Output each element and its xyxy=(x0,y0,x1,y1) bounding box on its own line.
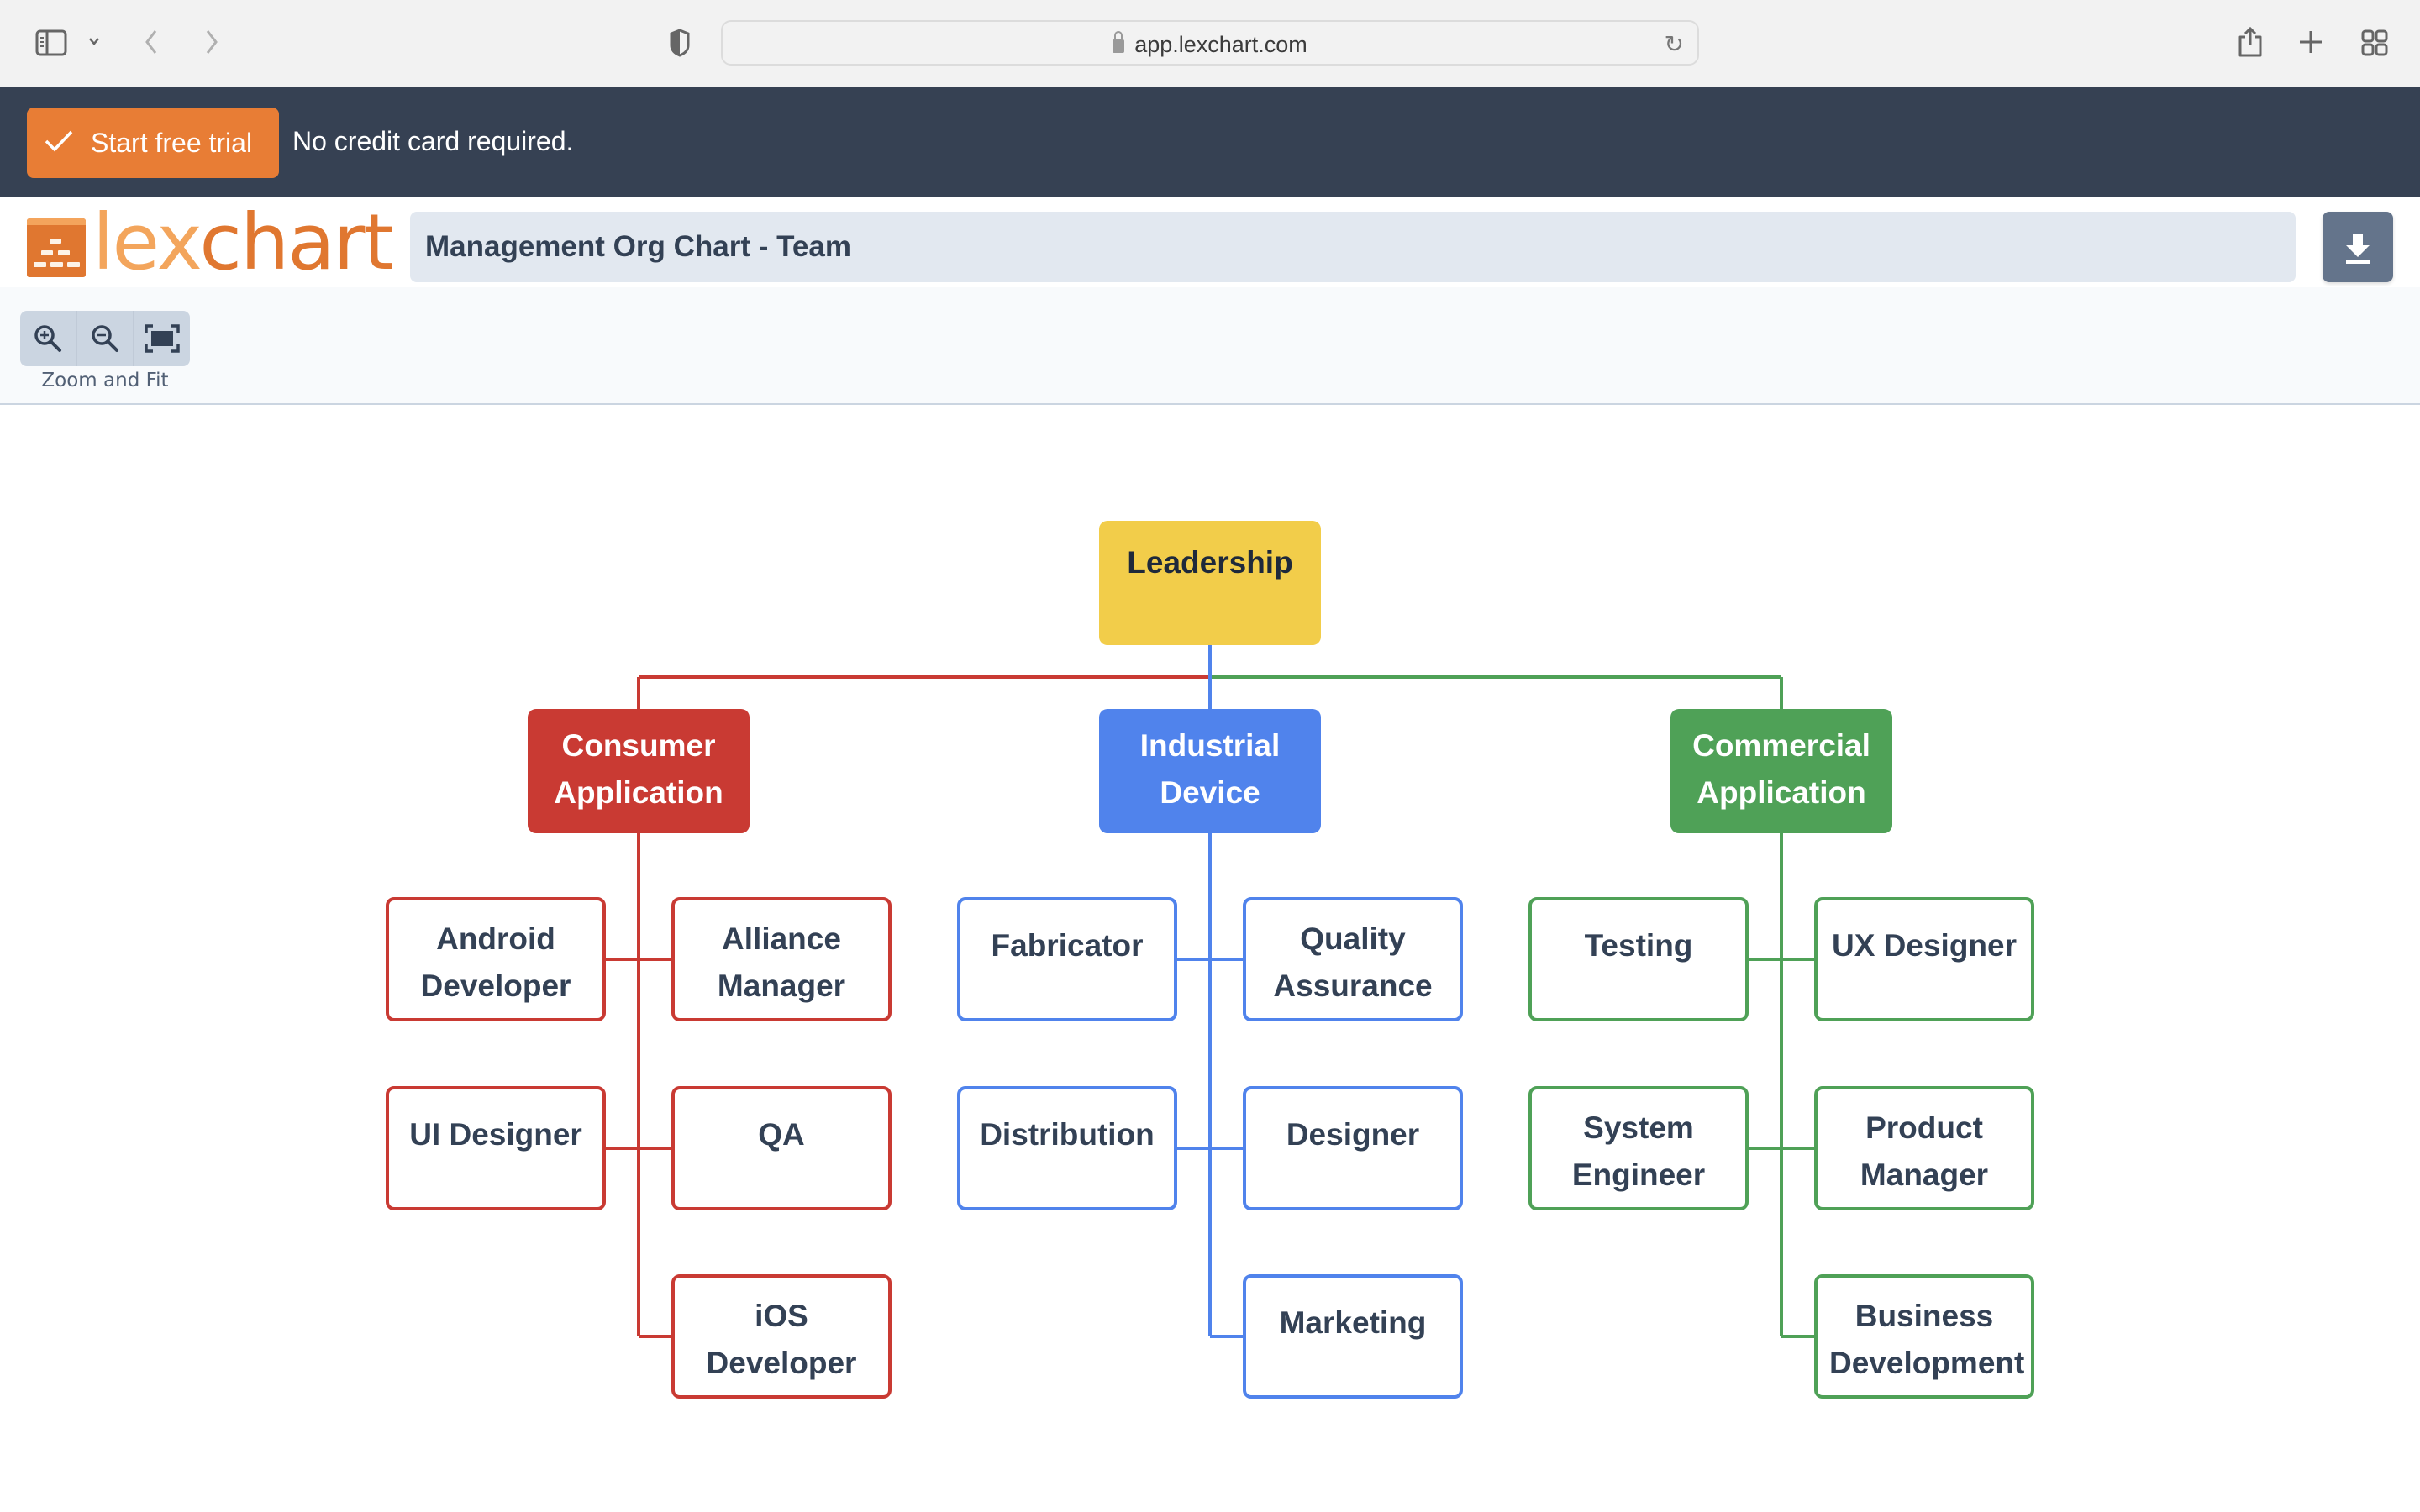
department-node-industrial[interactable]: Industrial Device xyxy=(1099,709,1321,833)
zoom-out-icon xyxy=(92,325,118,352)
role-node[interactable]: Fabricator xyxy=(957,897,1177,1021)
share-icon[interactable] xyxy=(2237,25,2264,63)
department-node-consumer-label: Consumer Application xyxy=(554,728,723,810)
sidebar-toggle-icon[interactable] xyxy=(35,29,67,60)
back-icon[interactable] xyxy=(143,29,160,60)
department-node-consumer[interactable]: Consumer Application xyxy=(528,709,750,833)
url-text: app.lexchart.com xyxy=(1134,32,1307,57)
zoom-and-fit-group xyxy=(20,311,190,366)
forward-icon[interactable] xyxy=(203,29,220,60)
role-node[interactable]: Product Manager xyxy=(1814,1086,2034,1210)
role-node-label: Testing xyxy=(1584,928,1693,963)
department-node-commercial[interactable]: Commercial Application xyxy=(1670,709,1892,833)
role-node[interactable]: Android Developer xyxy=(386,897,606,1021)
download-button[interactable] xyxy=(2323,212,2393,282)
role-node-label: System Engineer xyxy=(1571,1110,1706,1192)
role-node[interactable]: System Engineer xyxy=(1528,1086,1749,1210)
new-tab-icon[interactable] xyxy=(2299,30,2323,58)
app-header: lexchart xyxy=(0,197,2420,287)
role-node-label: Quality Assurance xyxy=(1273,921,1433,1003)
fit-screen-icon xyxy=(144,324,180,353)
role-node[interactable]: UI Designer xyxy=(386,1086,606,1210)
browser-toolbar: app.lexchart.com ↻ xyxy=(0,0,2420,87)
logo-wordmark: lexchart xyxy=(92,197,394,287)
role-node[interactable]: iOS Developer xyxy=(671,1274,892,1399)
role-node-label: UI Designer xyxy=(409,1117,582,1152)
zoom-in-icon xyxy=(34,325,62,352)
zoom-and-fit-label: Zoom and Fit xyxy=(41,370,169,391)
zoom-out-button[interactable] xyxy=(76,311,134,366)
role-node-label: iOS Developer xyxy=(706,1299,857,1380)
lock-icon xyxy=(1113,31,1125,53)
logo-mark-icon xyxy=(27,218,86,277)
department-node-industrial-label: Industrial Device xyxy=(1139,728,1281,810)
role-node-label: Fabricator xyxy=(991,928,1144,963)
role-node[interactable]: Distribution xyxy=(957,1086,1177,1210)
role-node-label: Alliance Manager xyxy=(717,921,846,1003)
role-node[interactable]: QA xyxy=(671,1086,892,1210)
download-icon xyxy=(2346,234,2370,264)
reload-icon[interactable]: ↻ xyxy=(1665,30,1684,58)
role-node-label: Distribution xyxy=(980,1117,1155,1152)
role-node[interactable]: Designer xyxy=(1243,1086,1463,1210)
zoom-in-button[interactable] xyxy=(20,311,76,366)
role-node[interactable]: Quality Assurance xyxy=(1243,897,1463,1021)
role-node-label: QA xyxy=(758,1117,805,1152)
trial-banner: Start free trial No credit card required… xyxy=(0,87,2420,197)
role-node[interactable]: Alliance Manager xyxy=(671,897,892,1021)
root-node-label: Leadership xyxy=(1127,545,1293,580)
fit-screen-button[interactable] xyxy=(133,311,190,366)
chart-title-input[interactable] xyxy=(410,212,2296,282)
role-node-label: Designer xyxy=(1286,1117,1420,1152)
start-free-trial-button[interactable]: Start free trial xyxy=(27,108,279,178)
role-node[interactable]: Marketing xyxy=(1243,1274,1463,1399)
role-node[interactable]: Testing xyxy=(1528,897,1749,1021)
org-chart-canvas[interactable]: Leadership Consumer Application Android De… xyxy=(0,405,2420,1512)
role-node[interactable]: UX Designer xyxy=(1814,897,2034,1021)
role-node[interactable]: Business Development xyxy=(1814,1274,2034,1399)
role-node-label: Android Developer xyxy=(420,921,571,1003)
root-node[interactable]: Leadership xyxy=(1099,521,1321,645)
tab-overview-icon[interactable] xyxy=(2361,29,2388,60)
checkmark-icon xyxy=(44,125,74,160)
chart-toolbar: Zoom and Fit xyxy=(0,287,2420,405)
chevron-down-icon[interactable] xyxy=(87,35,101,50)
trial-button-label: Start free trial xyxy=(91,127,253,158)
role-node-label: UX Designer xyxy=(1831,928,2017,963)
address-bar[interactable]: app.lexchart.com ↻ xyxy=(721,20,1699,66)
privacy-shield-icon[interactable] xyxy=(669,29,691,61)
role-node-label: Product Manager xyxy=(1860,1110,1989,1192)
no-credit-card-note: No credit card required. xyxy=(292,126,574,156)
department-node-commercial-label: Commercial Application xyxy=(1692,728,1870,810)
role-node-label: Marketing xyxy=(1279,1305,1427,1340)
lexchart-logo[interactable]: lexchart xyxy=(27,204,394,281)
role-node-label: Business Development xyxy=(1829,1299,2025,1380)
